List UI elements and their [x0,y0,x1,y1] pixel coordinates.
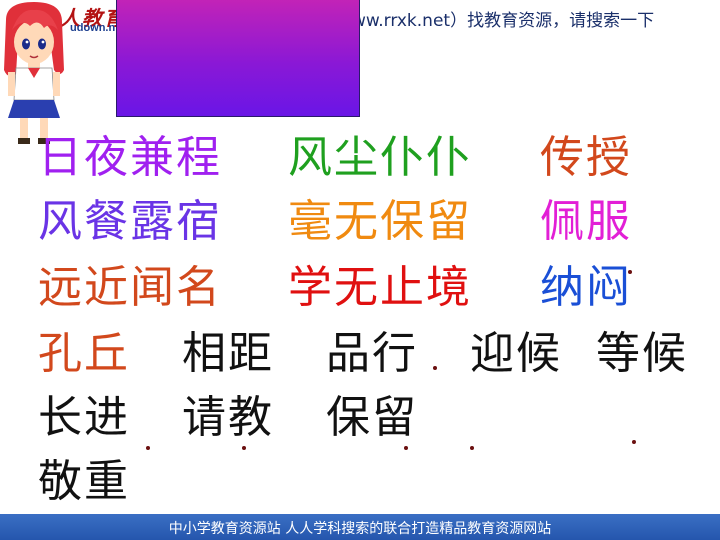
word-fengcanlusu: 风餐露宿 [38,196,222,247]
word-denghou: 等候 [596,328,688,379]
stress-dot [146,446,150,450]
word-pinxing: 品行 [326,328,418,379]
stress-dot [470,446,474,450]
stress-dot [433,366,437,370]
word-xiangju: 相距 [182,328,274,379]
top-banner-text: ww.rrxk.net）找教育资源，请搜索一下 [352,11,655,31]
top-header: 人人教育 udown.n ww.rrxk.net）找教育资源，请搜索一下 [0,0,720,34]
word-chuanshou: 传授 [540,132,632,183]
word-jingzhong: 敬重 [38,456,130,507]
word-riyejiancheng: 日夜兼程 [38,132,222,183]
word-xuewuzhijing: 学无止境 [288,262,472,313]
footer-text: 中小学教育资源站 人人学科搜索的联合打造精品教育资源网站 [168,521,552,537]
word-yuanjinwenming: 远近闻名 [38,262,222,313]
word-fengchenpupu: 风尘仆仆 [288,132,472,183]
stress-dot [242,446,246,450]
site-logo-subtext: udown.n [70,22,116,34]
stress-dot [628,270,632,274]
stress-dot [404,446,408,450]
word-qingjiao: 请教 [182,392,274,443]
word-kongqiu: 孔丘 [38,328,130,379]
word-haowubaoliu: 毫无保留 [288,196,472,247]
footer-bar: 中小学教育资源站 人人学科搜索的联合打造精品教育资源网站 [0,514,720,540]
word-zhangjin: 长进 [38,392,130,443]
word-baoliu: 保留 [326,392,418,443]
word-yinghou: 迎候 [470,328,562,379]
word-peifu: 佩服 [540,196,632,247]
cartoon-girl-icon [4,2,64,144]
stress-dot [632,440,636,444]
word-namen: 纳闷 [540,262,632,313]
purple-title-box [116,0,360,117]
